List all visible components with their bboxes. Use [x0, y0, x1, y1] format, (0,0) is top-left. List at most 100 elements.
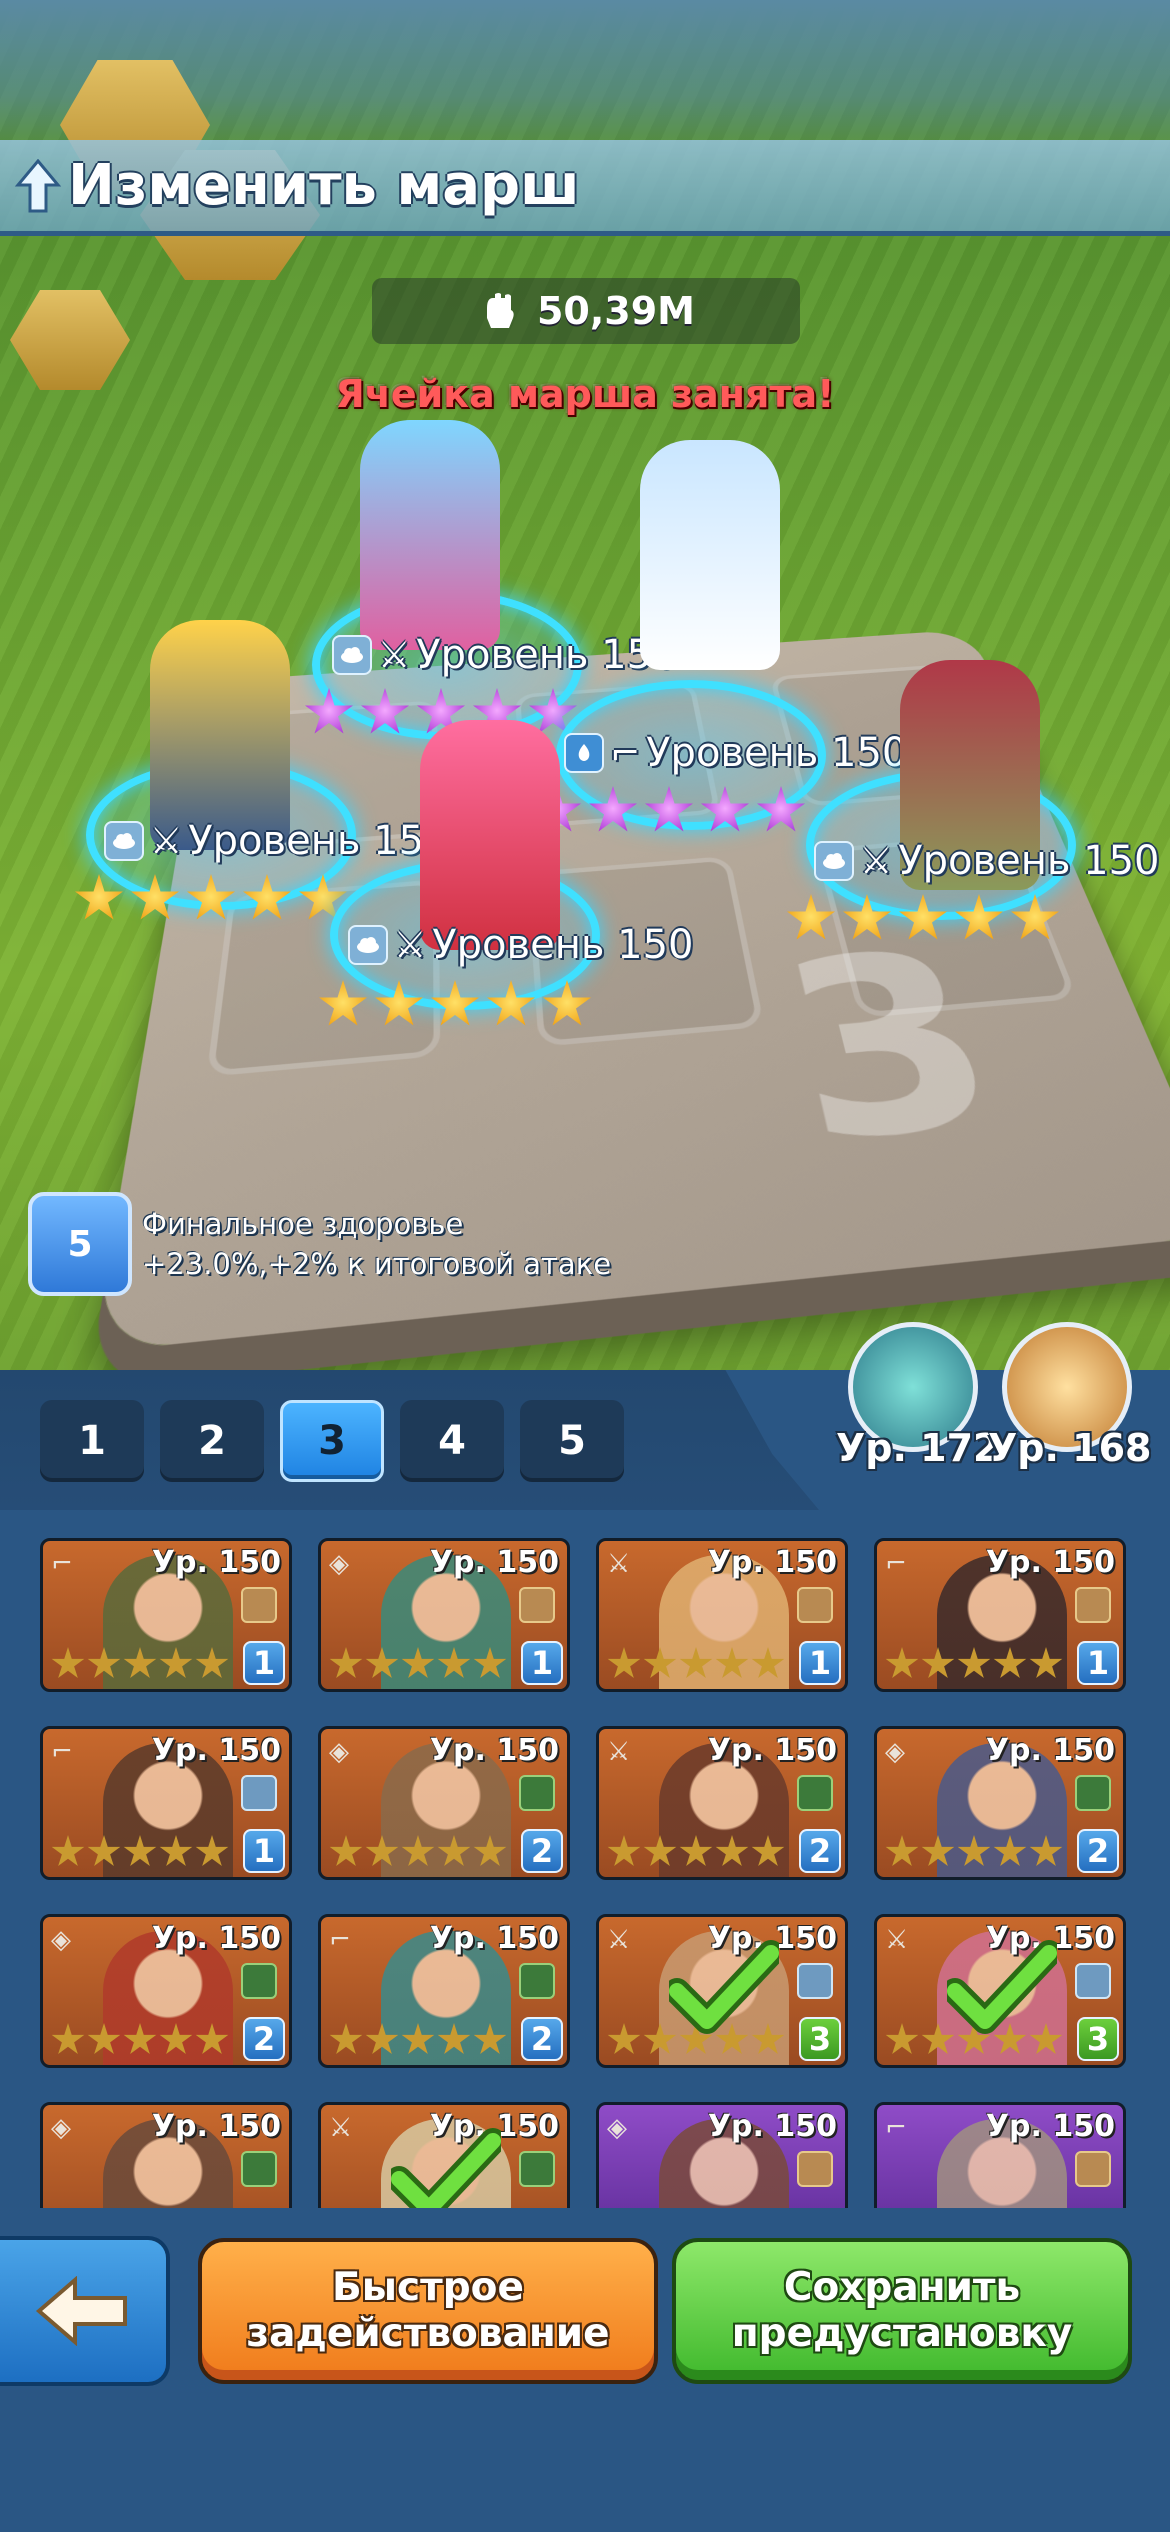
hero-figure[interactable]	[360, 420, 500, 650]
hero-card-level: Ур. 150	[429, 1545, 559, 1580]
hero-card[interactable]: ◈ Ур. 150 2	[40, 1914, 292, 2068]
weapon-class-icon: ◈	[329, 1549, 349, 1579]
element-icon	[1075, 1587, 1111, 1623]
fist-icon	[486, 293, 514, 328]
hero-card-stars	[885, 1835, 1063, 1869]
rifle-icon: ⚔	[394, 924, 427, 966]
tab-preset-5[interactable]: 5	[520, 1400, 624, 1482]
save-preset-label: предустановку	[731, 2311, 1073, 2356]
weapon-class-icon: ◈	[329, 1737, 349, 1767]
formation-buff[interactable]: 5 Финальное здоровье +23.0%,+2% к итогов…	[28, 1192, 611, 1296]
hero-card[interactable]: ⚔ Ур. 150 3	[596, 1914, 848, 2068]
hero-card[interactable]: ◈ Ур. 150	[40, 2102, 292, 2208]
save-preset-button[interactable]: Сохранить предустановку	[672, 2238, 1132, 2384]
weapon-class-icon: ⌐	[885, 1549, 907, 1579]
hero-card[interactable]: ⌐ Ур. 150 1	[40, 1538, 292, 1692]
hero-card-level: Ур. 150	[151, 1733, 281, 1768]
page-title: Изменить марш	[68, 153, 580, 218]
formation-buff-icon[interactable]: 5	[28, 1192, 132, 1296]
element-icon	[797, 2151, 833, 2187]
level-text: Уровень 150	[898, 838, 1160, 884]
weapon-class-icon: ⚔	[885, 1925, 909, 1955]
element-icon	[519, 1587, 555, 1623]
hero-level-label: ⚔ Уровень 150	[104, 818, 450, 864]
hero-card-stars	[607, 1835, 785, 1869]
tab-preset-2[interactable]: 2	[160, 1400, 264, 1482]
back-button[interactable]	[0, 2236, 170, 2386]
hero-figure[interactable]	[150, 620, 290, 850]
weapon-class-icon: ◈	[885, 1737, 905, 1767]
hero-figure[interactable]	[640, 440, 780, 670]
march-count-badge: 2	[243, 2017, 285, 2061]
occupied-warning: Ячейка марша занята!	[335, 372, 835, 416]
march-count-badge: 1	[799, 1641, 841, 1685]
page-header: Изменить марш	[0, 140, 1170, 236]
hero-card[interactable]: ◈ Ур. 150	[596, 2102, 848, 2208]
cloud-element-icon	[104, 821, 144, 861]
hero-card-level: Ур. 150	[151, 1921, 281, 1956]
hero-card[interactable]: ⚔ Ур. 150 2	[596, 1726, 848, 1880]
weapon-class-icon: ◈	[51, 2113, 71, 2143]
hero-card-level: Ур. 150	[985, 1545, 1115, 1580]
hero-card-level: Ур. 150	[151, 1545, 281, 1580]
hero-card-stars	[329, 1647, 507, 1681]
level-text: Уровень 150	[188, 818, 450, 864]
hero-stars	[786, 894, 1060, 944]
element-icon	[519, 1775, 555, 1811]
hero-card[interactable]: ⌐ Ур. 150 1	[40, 1726, 292, 1880]
weapon-class-icon: ⚔	[329, 2113, 353, 2143]
hero-level-label: ⚔ Уровень 150	[348, 922, 694, 968]
march-count-badge: 2	[799, 1829, 841, 1873]
hero-level-label: ⚔ Уровень 150	[814, 838, 1160, 884]
hero-card[interactable]: ⌐ Ур. 150 1	[874, 1538, 1126, 1692]
save-preset-label: Сохранить	[783, 2265, 1021, 2310]
hero-card-level: Ур. 150	[707, 2109, 837, 2144]
weapon-class-icon: ⚔	[607, 1925, 631, 1955]
march-count-badge: 1	[1077, 1641, 1119, 1685]
hero-card[interactable]: ⌐ Ур. 150	[874, 2102, 1126, 2208]
power-value: 50,39M	[536, 289, 695, 333]
hero-card[interactable]: ⚔ Ур. 150 3	[874, 1914, 1126, 2068]
march-count-badge: 2	[521, 1829, 563, 1873]
march-power: 50,39M	[372, 278, 800, 344]
hero-roster-grid: ⌐ Ур. 150 1 ◈ Ур. 150 1 ⚔ Ур. 150 1 ⌐ Ур. 150 1 ⌐ Ур.…	[40, 1538, 1132, 2208]
hero-card[interactable]: ◈ Ур. 150 2	[318, 1726, 570, 1880]
hero-level-label: ⚔ Уровень 150	[332, 632, 678, 678]
tab-preset-3[interactable]: 3	[280, 1400, 384, 1482]
hero-card-level: Ур. 150	[985, 2109, 1115, 2144]
hero-card[interactable]: ⚔ Ур. 150	[318, 2102, 570, 2208]
element-icon	[241, 1775, 277, 1811]
level-text: Уровень 150	[416, 632, 678, 678]
hero-card[interactable]: ⚔ Ур. 150 1	[596, 1538, 848, 1692]
hero-card[interactable]: ◈ Ур. 150 2	[874, 1726, 1126, 1880]
weapon-class-icon: ⌐	[329, 1925, 351, 1955]
weapon-class-icon: ⌐	[885, 2113, 907, 2143]
cloud-element-icon	[332, 635, 372, 675]
hero-figure[interactable]	[420, 720, 560, 950]
march-count-badge: 1	[521, 1641, 563, 1685]
weapon-class-icon: ⚔	[607, 1737, 631, 1767]
tab-preset-1[interactable]: 1	[40, 1400, 144, 1482]
hero-card[interactable]: ◈ Ур. 150 1	[318, 1538, 570, 1692]
level-text: Уровень 150	[646, 730, 908, 776]
checkmark-icon	[391, 2128, 501, 2208]
hero-card[interactable]: ⌐ Ур. 150 2	[318, 1914, 570, 2068]
march-count-badge: 1	[243, 1641, 285, 1685]
back-arrow-icon	[35, 2276, 127, 2346]
element-icon	[519, 1963, 555, 1999]
beast-level: Ур. 168	[988, 1426, 1152, 1470]
quick-deploy-label: задействование	[246, 2311, 610, 2356]
hero-card-level: Ур. 150	[985, 1733, 1115, 1768]
element-icon	[797, 1587, 833, 1623]
weapon-class-icon: ◈	[607, 2113, 627, 2143]
rifle-icon: ⚔	[150, 820, 183, 862]
weapon-class-icon: ⌐	[51, 1737, 73, 1767]
tab-preset-4[interactable]: 4	[400, 1400, 504, 1482]
level-text: Уровень 150	[432, 922, 694, 968]
buff-line-2: +23.0%,+2% к итоговой атаке	[142, 1247, 612, 1281]
element-icon	[519, 2151, 555, 2187]
formation-buff-text: Финальное здоровье +23.0%,+2% к итоговой…	[142, 1204, 611, 1284]
quick-deploy-button[interactable]: Быстрое задействование	[198, 2238, 658, 2384]
hero-card-level: Ур. 150	[707, 1733, 837, 1768]
hero-level-label: ⌐ Уровень 150	[564, 730, 907, 776]
